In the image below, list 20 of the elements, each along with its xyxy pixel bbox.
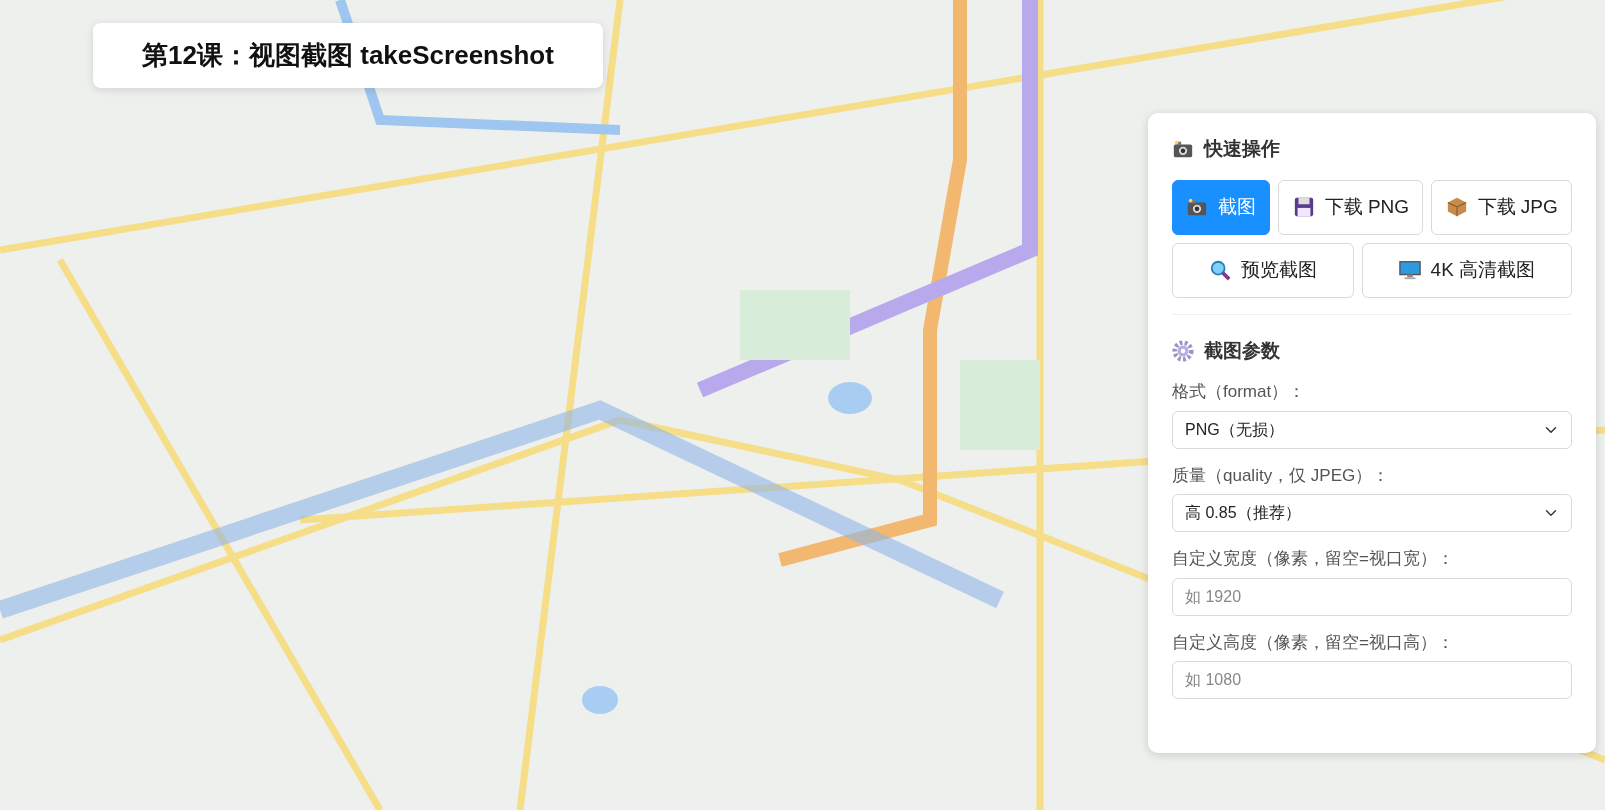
field-label: 格式（format）： [1172, 381, 1307, 403]
field-label: 自定义高度（像素，留空=视口高）： [1172, 631, 1455, 654]
camera-icon [1186, 196, 1209, 218]
action-button[interactable]: 下载 PNG [1278, 179, 1424, 235]
search-icon [1208, 259, 1231, 281]
dropdown[interactable]: PNG（无损） [1172, 410, 1572, 449]
input-field[interactable]: 如 1920 [1172, 577, 1572, 616]
input-field[interactable]: 如 1080 [1172, 661, 1572, 699]
gear-icon [1172, 339, 1194, 362]
section-heading: 快速操作 [1204, 137, 1280, 161]
action-button[interactable]: 下载 JPG [1431, 179, 1572, 235]
action-button[interactable]: 4K 高清截图 [1361, 242, 1572, 298]
dropdown[interactable]: 高 0.85（推荐） [1172, 494, 1572, 532]
package-icon [1445, 196, 1468, 218]
field-label: 质量（quality，仅 JPEG）： [1172, 464, 1391, 487]
field-label: 自定义宽度（像素，留空=视口宽）： [1172, 548, 1455, 570]
monitor-icon [1398, 259, 1421, 281]
page-title: 第12课：视图截图 takeScreenshot [93, 23, 603, 88]
action-button[interactable]: 预览截图 [1172, 242, 1354, 298]
section-heading: 截图参数 [1204, 338, 1280, 363]
